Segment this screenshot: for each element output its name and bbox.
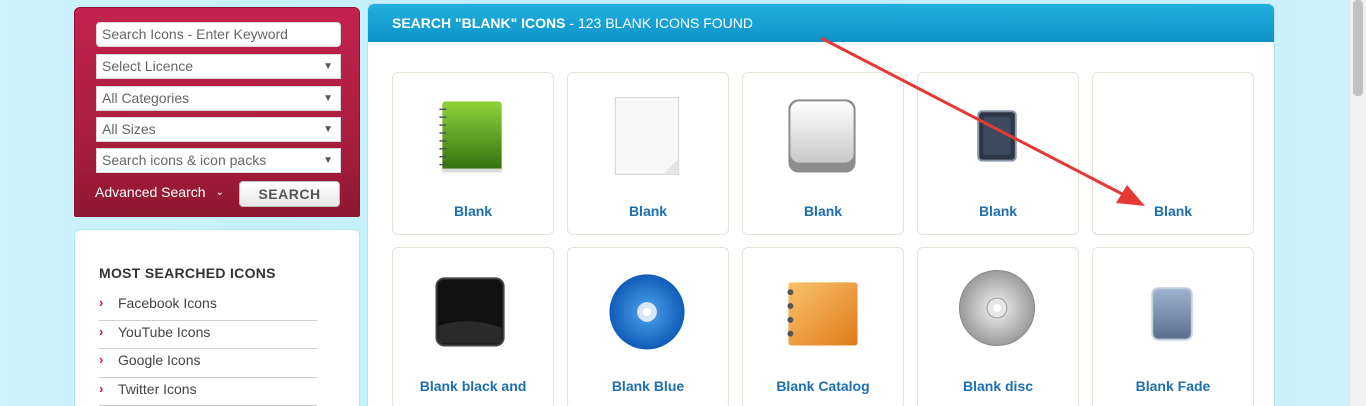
chevron-right-icon: › — [99, 323, 104, 339]
licence-select[interactable]: Select Licence ▼ — [96, 54, 341, 79]
icon-card[interactable]: Blank Fade — [1092, 247, 1254, 406]
black-square-icon — [435, 277, 505, 347]
icon-card[interactable]: Blank Blue — [567, 247, 729, 406]
blank-paper-icon — [614, 96, 680, 175]
icon-card[interactable]: Blank — [392, 72, 554, 235]
icon-label: Blank — [978, 203, 1018, 219]
icon-label: Blank Blue — [611, 378, 685, 394]
icon-card[interactable]: Blank disc — [917, 247, 1079, 406]
icon-card[interactable]: Blank — [742, 72, 904, 235]
fade-tablet-icon — [1151, 287, 1193, 341]
categories-select-value: All Categories — [102, 90, 190, 106]
icon-card[interactable]: Blank — [917, 72, 1079, 235]
scrollbar[interactable] — [1349, 0, 1366, 406]
chevron-right-icon: › — [99, 380, 104, 396]
results-count: - 123 BLANK ICONS FOUND — [565, 15, 754, 31]
dropdown-arrow-icon: ▼ — [323, 124, 333, 135]
search-type-select-value: Search icons & icon packs — [102, 152, 267, 168]
chevron-right-icon: › — [99, 295, 104, 310]
most-searched-title: MOST SEARCHED ICONS — [99, 265, 276, 281]
list-item[interactable]: › Twitter Icons — [99, 378, 317, 406]
list-item-label: Facebook Icons — [118, 295, 217, 311]
icon-label: Blank — [1153, 203, 1193, 219]
categories-select[interactable]: All Categories ▼ — [96, 86, 341, 111]
list-item[interactable]: › YouTube Icons — [99, 321, 317, 349]
icon-label: Blank — [628, 203, 668, 219]
advanced-search-label: Advanced Search — [95, 184, 206, 200]
keyword-search-input[interactable]: Search Icons - Enter Keyword — [96, 22, 341, 47]
dark-tablet-icon — [977, 110, 1017, 162]
icon-card[interactable]: Blank — [567, 72, 729, 235]
advanced-search-toggle[interactable]: Advanced Search ⌄ — [95, 184, 224, 200]
icon-label: Blank black and — [419, 378, 527, 394]
blue-disc-icon — [609, 274, 685, 350]
licence-select-value: Select Licence — [102, 58, 194, 74]
blank-key-icon — [788, 99, 856, 173]
icon-card[interactable]: Blank — [1092, 72, 1254, 235]
list-item[interactable]: › Google Icons — [99, 349, 317, 378]
chevron-right-icon: › — [99, 352, 104, 367]
icon-label: Blank Fade — [1135, 378, 1211, 394]
icon-card[interactable]: Blank black and — [392, 247, 554, 406]
icon-label: Blank — [453, 203, 493, 219]
dropdown-arrow-icon: ▼ — [323, 93, 333, 104]
results-panel: SEARCH "BLANK" ICONS - 123 BLANK ICONS F… — [367, 3, 1275, 406]
icon-card[interactable]: Blank Catalog — [742, 247, 904, 406]
list-item-label: Twitter Icons — [118, 380, 197, 397]
search-type-select[interactable]: Search icons & icon packs ▼ — [96, 148, 341, 173]
orange-catalog-icon — [787, 282, 858, 346]
search-button[interactable]: SEARCH — [239, 181, 340, 207]
icon-label: Blank Catalog — [776, 378, 870, 394]
empty-icon — [1093, 73, 1253, 193]
results-header: SEARCH "BLANK" ICONS - 123 BLANK ICONS F… — [368, 4, 1274, 42]
icon-label: Blank — [803, 203, 843, 219]
most-searched-list: › Facebook Icons › YouTube Icons › Google I… — [99, 292, 317, 406]
results-title: SEARCH "BLANK" ICONS — [392, 15, 566, 31]
sizes-select[interactable]: All Sizes ▼ — [96, 117, 341, 142]
list-item-label: YouTube Icons — [118, 323, 211, 340]
chevron-down-icon: ⌄ — [215, 186, 224, 198]
silver-disc-icon — [958, 269, 1036, 347]
list-item-label: Google Icons — [118, 352, 201, 368]
green-notebook-icon — [439, 101, 502, 173]
most-searched-panel: MOST SEARCHED ICONS › Facebook Icons › You… — [74, 229, 360, 406]
dropdown-arrow-icon: ▼ — [323, 155, 333, 166]
search-panel: Search Icons - Enter Keyword Select Lice… — [74, 7, 360, 217]
icon-label: Blank disc — [962, 378, 1034, 394]
sizes-select-value: All Sizes — [102, 121, 156, 137]
scrollbar-thumb[interactable] — [1353, 0, 1363, 96]
dropdown-arrow-icon: ▼ — [323, 61, 333, 72]
list-item[interactable]: › Facebook Icons — [99, 292, 317, 321]
